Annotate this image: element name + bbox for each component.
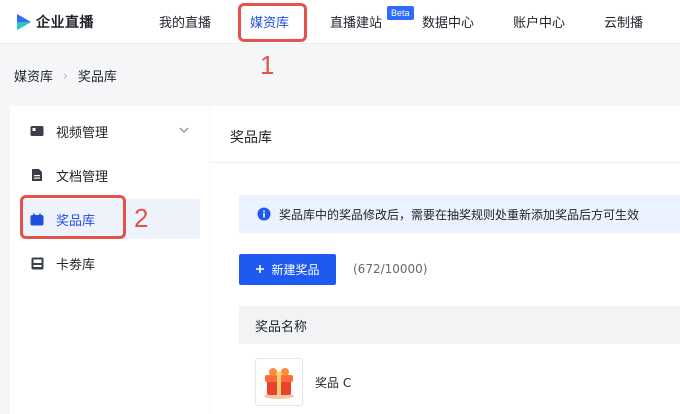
sidebar-item-label: 视频管理 — [56, 125, 109, 141]
sidebar-item-label: 文档管理 — [56, 169, 109, 185]
card-icon — [30, 256, 44, 270]
brand-name: 企业直播 — [36, 15, 94, 31]
annotation-box-2 — [20, 195, 126, 239]
brand-logo[interactable]: 企业直播 — [16, 11, 94, 33]
breadcrumb-current: 奖品库 — [77, 70, 117, 85]
new-prize-button[interactable]: 新建奖品 — [239, 254, 336, 285]
new-prize-button-label: 新建奖品 — [271, 263, 320, 277]
page-title: 奖品库 — [230, 130, 272, 146]
column-header-prize-name: 奖品名称 — [255, 319, 308, 335]
prize-count: (672/10000) — [353, 262, 428, 276]
breadcrumb-parent[interactable]: 媒资库 — [14, 66, 53, 85]
sidebar: 视频管理 文档管理 奖品库 卡劵库 — [10, 106, 209, 414]
table-header: 奖品名称 — [239, 306, 680, 344]
nav-site-builder[interactable]: 直播建站 — [330, 12, 382, 31]
sidebar-item-card-library[interactable]: 卡劵库 — [20, 243, 200, 283]
nav-my-live[interactable]: 我的直播 — [159, 12, 211, 31]
gift-box-icon — [255, 358, 303, 406]
plus-icon — [255, 263, 265, 277]
document-icon — [30, 168, 44, 182]
beta-badge: Beta — [387, 6, 414, 20]
annotation-box-1 — [238, 3, 307, 42]
top-navigation-bar: 企业直播 我的直播 媒资库 直播建站 Beta 数据中心 账户中心 云制播 — [0, 0, 680, 44]
table-row[interactable]: 奖品 C — [239, 344, 680, 414]
main-panel: 奖品库 奖品库中的奖品修改后，需要在抽奖规则处重新添加奖品后方可生效 新建奖品 … — [210, 106, 680, 414]
chevron-down-icon[interactable] — [178, 124, 190, 136]
nav-data-center[interactable]: 数据中心 — [422, 12, 474, 31]
sidebar-item-document-management[interactable]: 文档管理 — [20, 155, 200, 195]
nav-account-center[interactable]: 账户中心 — [513, 12, 565, 31]
brand-logo-icon — [16, 13, 32, 31]
notice-banner: 奖品库中的奖品修改后，需要在抽奖规则处重新添加奖品后方可生效 — [239, 195, 680, 233]
video-icon — [30, 124, 44, 138]
sidebar-item-video-management[interactable]: 视频管理 — [20, 111, 200, 151]
sidebar-item-label: 卡劵库 — [56, 257, 96, 273]
breadcrumb-separator-icon: › — [63, 68, 68, 83]
breadcrumb: 媒资库 › 奖品库 — [14, 66, 117, 86]
annotation-number-1: 1 — [260, 50, 275, 80]
annotation-number-2: 2 — [134, 203, 149, 233]
notice-text: 奖品库中的奖品修改后，需要在抽奖规则处重新添加奖品后方可生效 — [279, 207, 640, 222]
prize-name: 奖品 C — [315, 375, 352, 390]
nav-cloud-production[interactable]: 云制播 — [604, 12, 643, 31]
title-divider — [210, 162, 680, 163]
info-icon — [257, 207, 271, 221]
